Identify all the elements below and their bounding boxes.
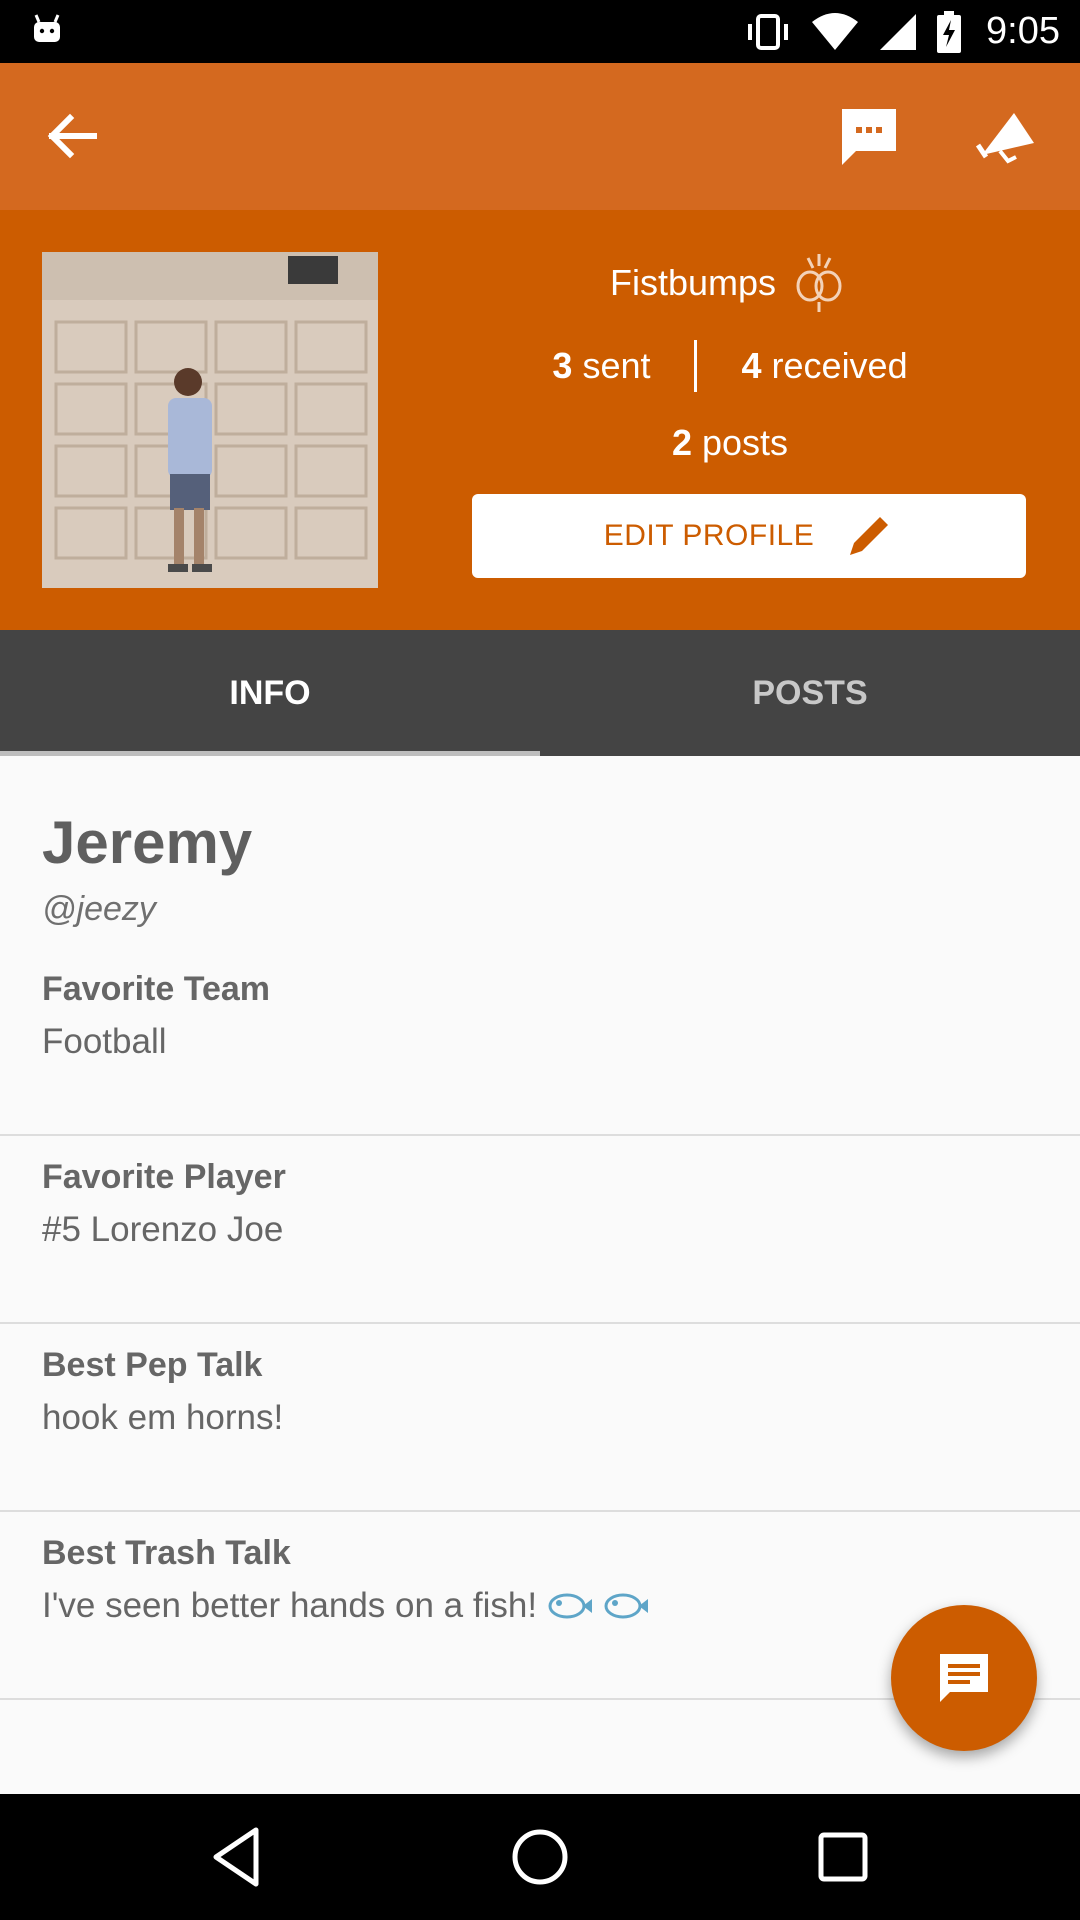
stats-divider	[694, 340, 698, 392]
signal-icon	[880, 13, 917, 50]
profile-photo[interactable]	[42, 252, 378, 588]
field-label: Best Trash Talk	[42, 1534, 291, 1572]
nav-recents-icon[interactable]	[810, 1824, 876, 1890]
fistbumps-label: Fistbumps	[609, 262, 777, 303]
received-count: 4	[741, 345, 762, 386]
message-fab[interactable]	[891, 1605, 1037, 1751]
pencil-icon	[850, 513, 892, 555]
message-icon	[940, 1654, 988, 1702]
tab-posts[interactable]: POSTS	[540, 630, 1080, 756]
sent-stat[interactable]: 3 sent	[552, 345, 650, 387]
posts-label: posts	[702, 422, 789, 463]
field-value: hook em horns!	[42, 1398, 283, 1438]
field-label: Favorite Team	[42, 970, 271, 1008]
tab-posts-label: POSTS	[752, 673, 868, 712]
field-value-text: I've seen better hands on a fish!	[42, 1586, 538, 1625]
battery-charging-icon	[937, 10, 962, 53]
field-value: I've seen better hands on a fish!	[42, 1586, 649, 1626]
field-value-text: #5 Lorenzo Joe	[42, 1210, 284, 1249]
field-value-text: hook em horns!	[42, 1398, 284, 1437]
received-label: received	[771, 345, 908, 386]
edit-profile-label: EDIT PROFILE	[603, 519, 815, 552]
nav-home-icon[interactable]	[507, 1824, 573, 1890]
megaphone-icon[interactable]	[976, 109, 1036, 165]
posts-stat: 2 posts	[470, 422, 990, 464]
profile-tabs: INFO POSTS	[0, 630, 1080, 756]
field-value: #5 Lorenzo Joe	[42, 1210, 283, 1250]
fistbump-icon	[796, 254, 842, 312]
field-value: Football	[42, 1022, 167, 1062]
pufferfish-emoji-icon	[548, 1593, 593, 1619]
profile-header: Fistbumps 3 sent 4 received 2 posts EDIT…	[0, 210, 1080, 630]
system-nav-bar	[0, 1794, 1080, 1920]
pufferfish-emoji-icon	[604, 1593, 649, 1619]
field-favorite-team: Favorite Team Football	[0, 946, 1080, 1136]
field-label: Favorite Player	[42, 1158, 286, 1196]
tab-info[interactable]: INFO	[0, 630, 540, 756]
field-favorite-player: Favorite Player #5 Lorenzo Joe	[0, 1134, 1080, 1324]
user-handle: @jeezy	[42, 890, 156, 928]
vibrate-icon	[748, 13, 789, 50]
app-bar	[0, 63, 1080, 210]
nav-back-icon[interactable]	[204, 1824, 270, 1890]
field-value-text: Football	[42, 1022, 167, 1061]
bump-counts: 3 sent 4 received	[470, 340, 990, 392]
field-label: Best Pep Talk	[42, 1346, 263, 1384]
posts-count: 2	[671, 422, 692, 463]
sent-count: 3	[552, 345, 573, 386]
fistbumps-row: Fistbumps	[470, 252, 990, 314]
tab-info-label: INFO	[229, 673, 311, 712]
sent-label: sent	[582, 345, 651, 386]
status-bar: 9:05	[0, 0, 1080, 63]
field-best-pep-talk: Best Pep Talk hook em horns!	[0, 1322, 1080, 1512]
status-time: 9:05	[986, 10, 1060, 52]
android-notification-icon	[34, 14, 60, 42]
edit-profile-button[interactable]: EDIT PROFILE	[472, 494, 1026, 578]
chat-bubble-icon[interactable]	[838, 107, 900, 167]
received-stat[interactable]: 4 received	[741, 345, 907, 387]
wifi-icon	[812, 12, 859, 50]
user-name: Jeremy	[42, 809, 253, 876]
arrow-back-icon[interactable]	[44, 107, 102, 165]
